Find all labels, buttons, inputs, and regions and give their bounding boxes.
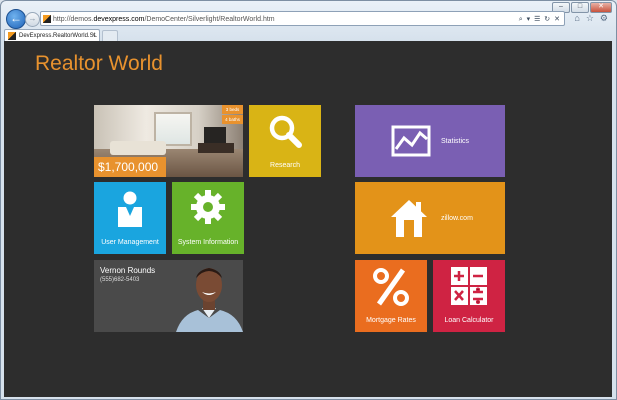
address-host: devexpress.com [93, 16, 145, 23]
tile-label-user-management: User Management [101, 239, 159, 246]
house-photo-sofa [110, 141, 166, 155]
tile-loan-calculator[interactable]: Loan Calculator [433, 260, 505, 332]
user-icon [118, 191, 142, 227]
back-button[interactable]: ← [6, 9, 26, 29]
tile-label-loan-calculator: Loan Calculator [444, 317, 494, 324]
new-tab-button[interactable] [102, 30, 118, 41]
site-favicon-icon [43, 15, 51, 23]
address-prefix: http://demos. [53, 16, 94, 23]
navigation-bar: ← → http://demos.devexpress.com/DemoCent… [1, 8, 616, 30]
tile-label-statistics: Statistics [441, 138, 470, 145]
address-bar[interactable]: http://demos.devexpress.com/DemoCenter/S… [40, 11, 565, 26]
tile-system-information[interactable]: System Information [172, 182, 244, 254]
gear-icon[interactable]: ⚙ [600, 13, 608, 23]
tile-label-zillow: zillow.com [441, 215, 473, 222]
agent-photo [176, 268, 243, 332]
favorites-icon[interactable]: ☆ [586, 13, 594, 23]
tile-research[interactable]: Research [249, 105, 321, 177]
tile-user-management[interactable]: User Management [94, 182, 166, 254]
baths-badge: 4 baths [222, 115, 243, 124]
page-title: Realtor World [35, 52, 163, 75]
tab-favicon-icon [8, 32, 16, 40]
tile-label-mortgage-rates: Mortgage Rates [366, 317, 416, 324]
contact-phone: (555)682-5403 [100, 277, 140, 283]
house-icon [391, 200, 427, 237]
search-icon [269, 115, 302, 148]
tile-statistics[interactable]: Statistics [355, 105, 505, 177]
address-tools[interactable]: ⌕ ▾ ☰ ↻ ✕ [519, 12, 561, 27]
forward-button[interactable]: → [25, 12, 40, 27]
beds-badge: 3 beds [222, 105, 243, 114]
app-content: Realtor World 3 beds 4 baths $1,700,000 … [4, 41, 612, 397]
tile-house-listing[interactable]: 3 beds 4 baths $1,700,000 [94, 105, 243, 177]
browser-tab[interactable]: DevExpress.RealtorWorld.SL × [4, 29, 100, 41]
gear-icon [191, 190, 225, 224]
chart-icon [391, 125, 431, 157]
calculator-icon [451, 267, 487, 305]
tile-contact[interactable]: Vernon Rounds (555)682-5403 [94, 260, 243, 332]
percent-icon [373, 268, 409, 306]
tile-mortgage-rates[interactable]: Mortgage Rates [355, 260, 427, 332]
tile-zillow[interactable]: zillow.com [355, 182, 505, 254]
tab-title: DevExpress.RealtorWorld.SL [19, 33, 97, 39]
house-photo-cabinet [198, 143, 234, 153]
address-path: /DemoCenter/Silverlight/RealtorWorld.htm [144, 16, 275, 23]
browser-toolbar: ⌂ ☆ ⚙ [574, 13, 608, 23]
tile-label-system-information: System Information [177, 239, 239, 246]
contact-name: Vernon Rounds [100, 266, 156, 275]
tile-label-research: Research [270, 162, 300, 169]
house-photo-tv [204, 127, 226, 143]
browser-window: – □ ✕ ← → http://demos.devexpress.com/De… [0, 0, 617, 400]
house-price: $1,700,000 [94, 157, 166, 177]
home-icon[interactable]: ⌂ [574, 13, 579, 23]
